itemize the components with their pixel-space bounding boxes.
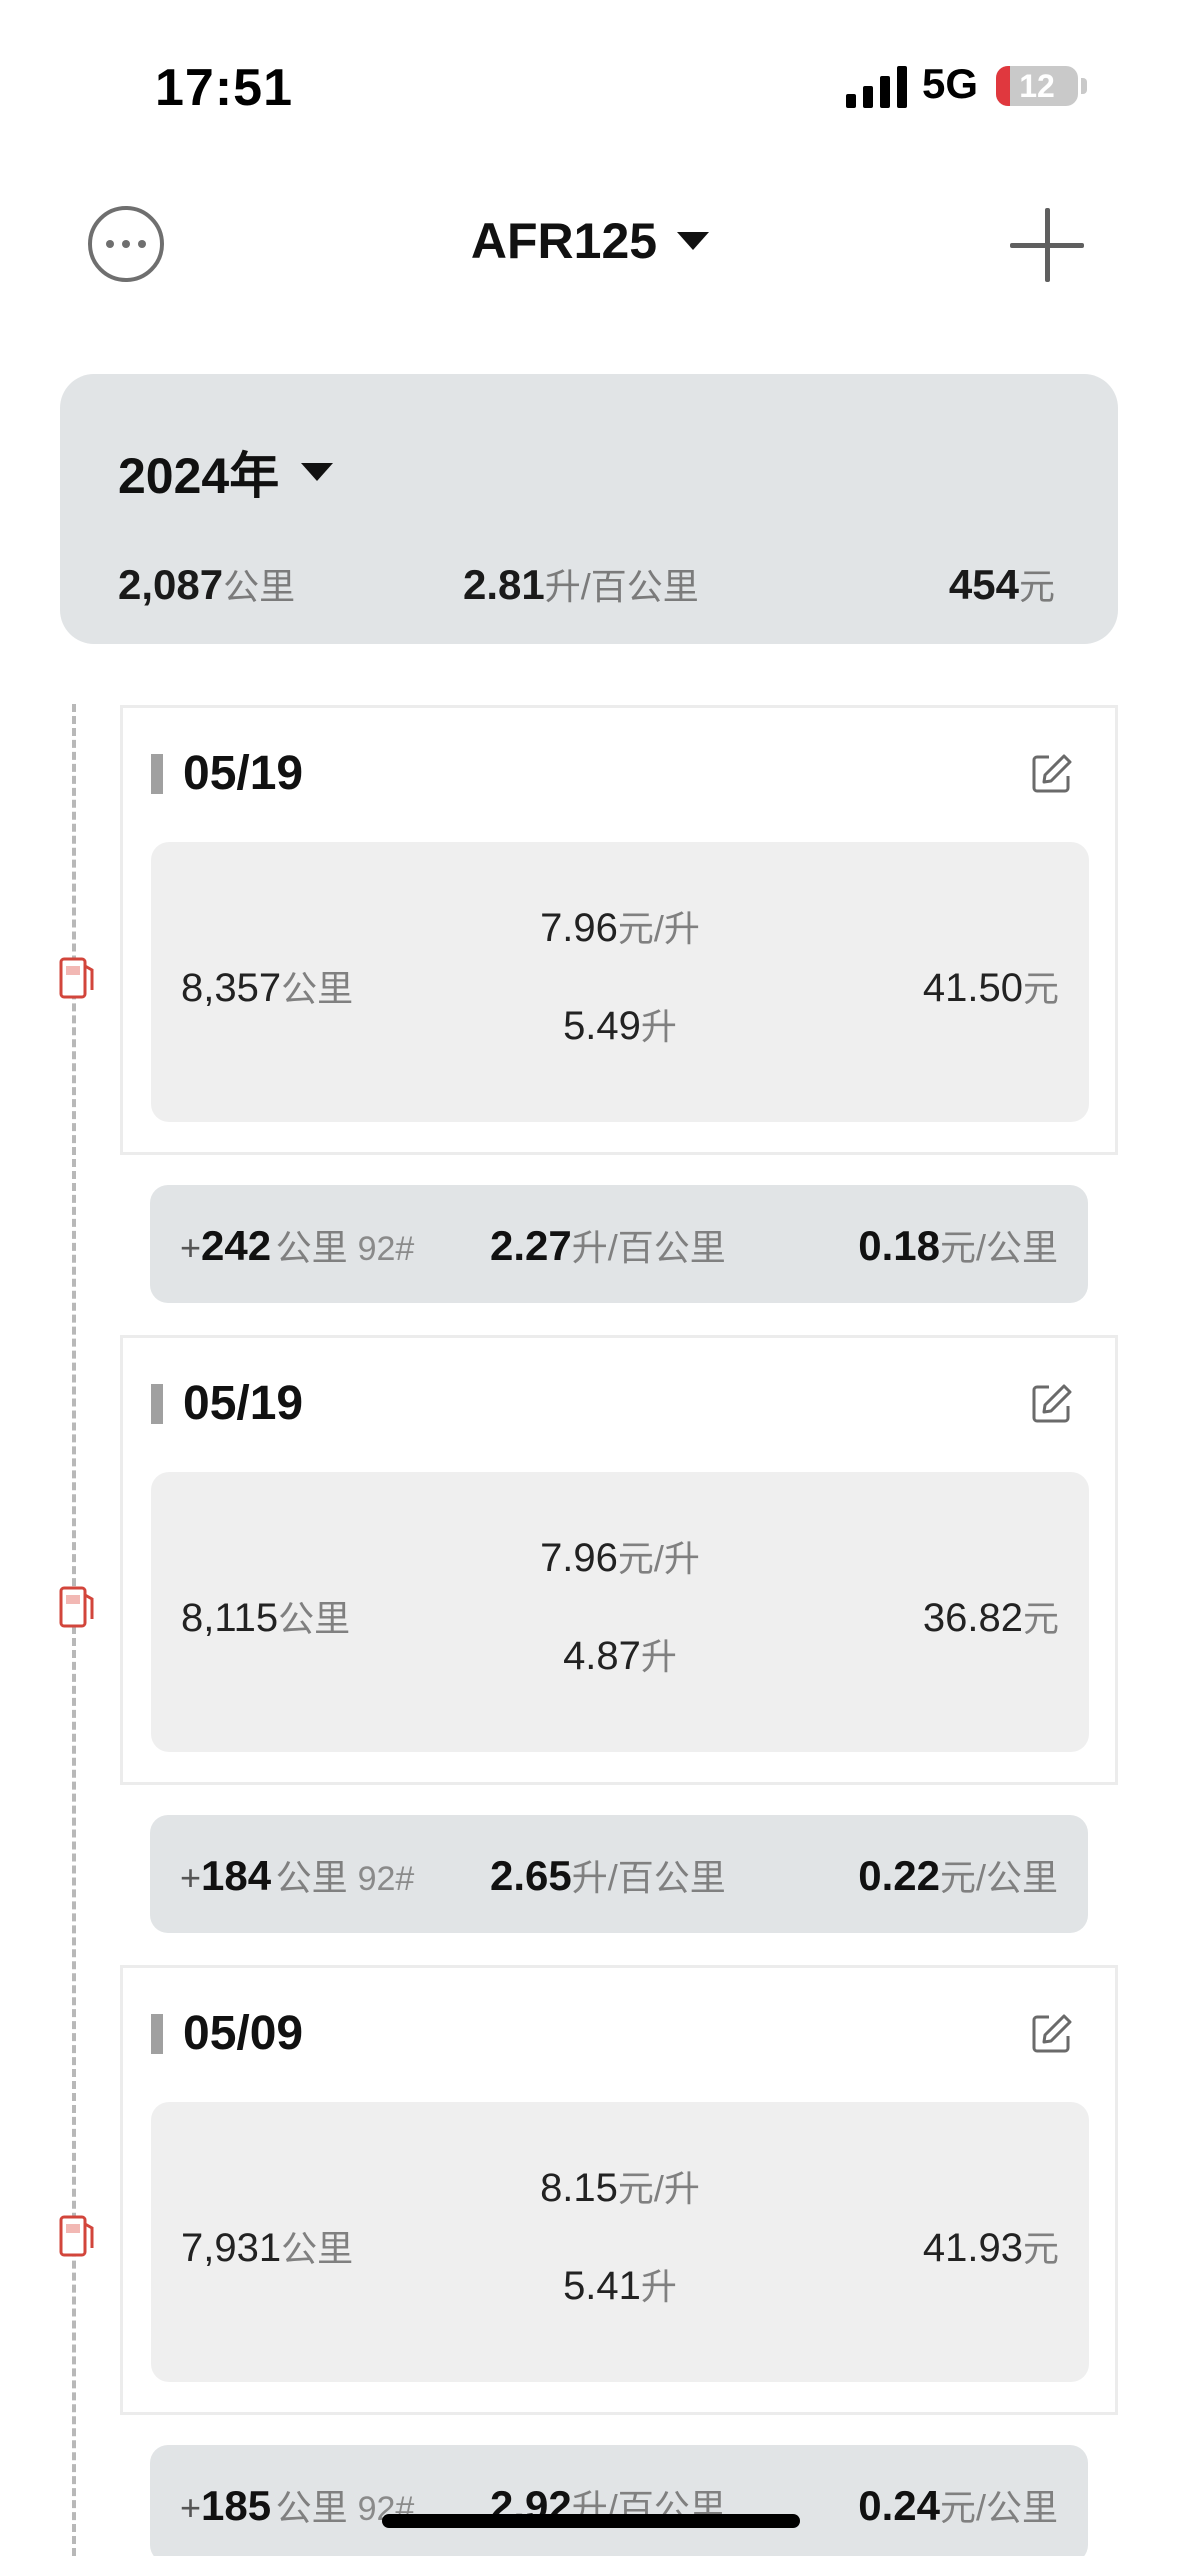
refuel-record-card[interactable]: 05/09 7,931公里 8.15元/升 5.41升 41.93元 [120, 1965, 1118, 2415]
status-time: 17:51 [155, 59, 293, 117]
record-details: 8,357公里 7.96元/升 5.49升 41.50元 [151, 842, 1089, 1122]
dot-icon [122, 240, 130, 248]
date-marker [151, 2014, 163, 2054]
dot-icon [138, 240, 146, 248]
refuel-cost: 41.50元 [922, 966, 1059, 1010]
network-label: 5G [922, 60, 979, 107]
interval-distance: +185 公里 92# [180, 2482, 415, 2529]
summary-distance: 2,087公里 [118, 561, 296, 608]
add-record-button[interactable] [1010, 208, 1084, 282]
edit-icon[interactable] [1031, 752, 1073, 794]
refuel-record-card[interactable]: 05/19 8,357公里 7.96元/升 5.49升 41.50元 [120, 705, 1118, 1155]
battery-icon: 12 [996, 66, 1078, 106]
refuel-cost: 36.82元 [922, 1596, 1059, 1640]
date-marker [151, 1384, 163, 1424]
interval-cost-per-km: 0.18元/公里 [858, 1222, 1058, 1269]
year-selector[interactable]: 2024年 [118, 436, 334, 508]
fuel-pump-icon [59, 1586, 94, 1628]
battery-cap [1081, 78, 1087, 94]
edit-icon[interactable] [1031, 1382, 1073, 1424]
record-date: 05/19 [183, 1377, 304, 1430]
record-date: 05/09 [183, 2007, 304, 2060]
more-menu-button[interactable] [88, 206, 164, 282]
interval-stats: +242 公里 92# 2.27升/百公里 0.18元/公里 [150, 1185, 1088, 1303]
interval-cost-per-km: 0.24元/公里 [858, 2482, 1058, 2529]
summary-cost: 454元 [948, 561, 1055, 608]
signal-icon [846, 66, 907, 108]
fuel-grade: 92# [357, 1860, 415, 1898]
home-indicator[interactable] [382, 2514, 800, 2528]
edit-icon[interactable] [1031, 2012, 1073, 2054]
date-marker [151, 754, 163, 794]
fuel-pump-icon [59, 2215, 94, 2257]
interval-distance: +184 公里 92# [180, 1852, 415, 1899]
interval-stats: +185 公里 92# 2.92升/百公里 0.24元/公里 [150, 2445, 1088, 2556]
year-label: 2024年 [118, 448, 280, 504]
refuel-record-card[interactable]: 05/19 8,115公里 7.96元/升 4.87升 36.82元 [120, 1335, 1118, 1785]
dot-icon [106, 240, 114, 248]
caret-down-icon [301, 463, 334, 481]
vehicle-name: AFR125 [470, 213, 658, 269]
interval-consumption: 2.65升/百公里 [490, 1852, 726, 1899]
record-date: 05/19 [183, 747, 304, 800]
record-details: 8,115公里 7.96元/升 4.87升 36.82元 [151, 1472, 1089, 1752]
interval-distance: +242 公里 92# [180, 1222, 415, 1269]
interval-consumption: 2.27升/百公里 [490, 1222, 726, 1269]
fuel-grade: 92# [357, 1230, 415, 1268]
unit-price: 7.96元/升 [540, 1536, 700, 1580]
unit-price: 7.96元/升 [540, 906, 700, 950]
summary-consumption: 2.81升/百公里 [463, 561, 699, 608]
unit-price: 8.15元/升 [540, 2166, 700, 2210]
caret-down-icon [677, 232, 710, 250]
interval-cost-per-km: 0.22元/公里 [858, 1852, 1058, 1899]
fuel-pump-icon [59, 957, 94, 999]
record-details: 7,931公里 8.15元/升 5.41升 41.93元 [151, 2102, 1089, 2382]
battery-level: 12 [1019, 68, 1055, 104]
interval-stats: +184 公里 92# 2.65升/百公里 0.22元/公里 [150, 1815, 1088, 1933]
refuel-cost: 41.93元 [922, 2226, 1059, 2270]
vehicle-selector[interactable]: AFR125 [420, 212, 760, 270]
